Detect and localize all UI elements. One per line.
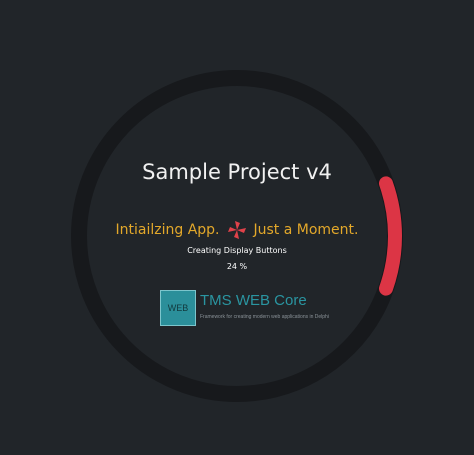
brand-name: TMS WEB Core <box>200 292 307 309</box>
status-text-right: Just a Moment. <box>253 222 359 238</box>
current-task: Creating Display Buttons <box>187 246 287 255</box>
status-row: Intiailzing App. Just a Moment. <box>0 220 474 240</box>
status-text-left: Intiailzing App. <box>115 222 220 238</box>
brand-tagline: Framework for creating modern web applic… <box>200 314 329 320</box>
tms-web-logo: WEB <box>160 290 196 326</box>
app-title: Sample Project v4 <box>142 160 332 184</box>
progress-percent: 24 % <box>226 262 248 271</box>
logo-text: WEB <box>167 303 189 313</box>
pinwheel-spinner-icon <box>227 221 246 239</box>
